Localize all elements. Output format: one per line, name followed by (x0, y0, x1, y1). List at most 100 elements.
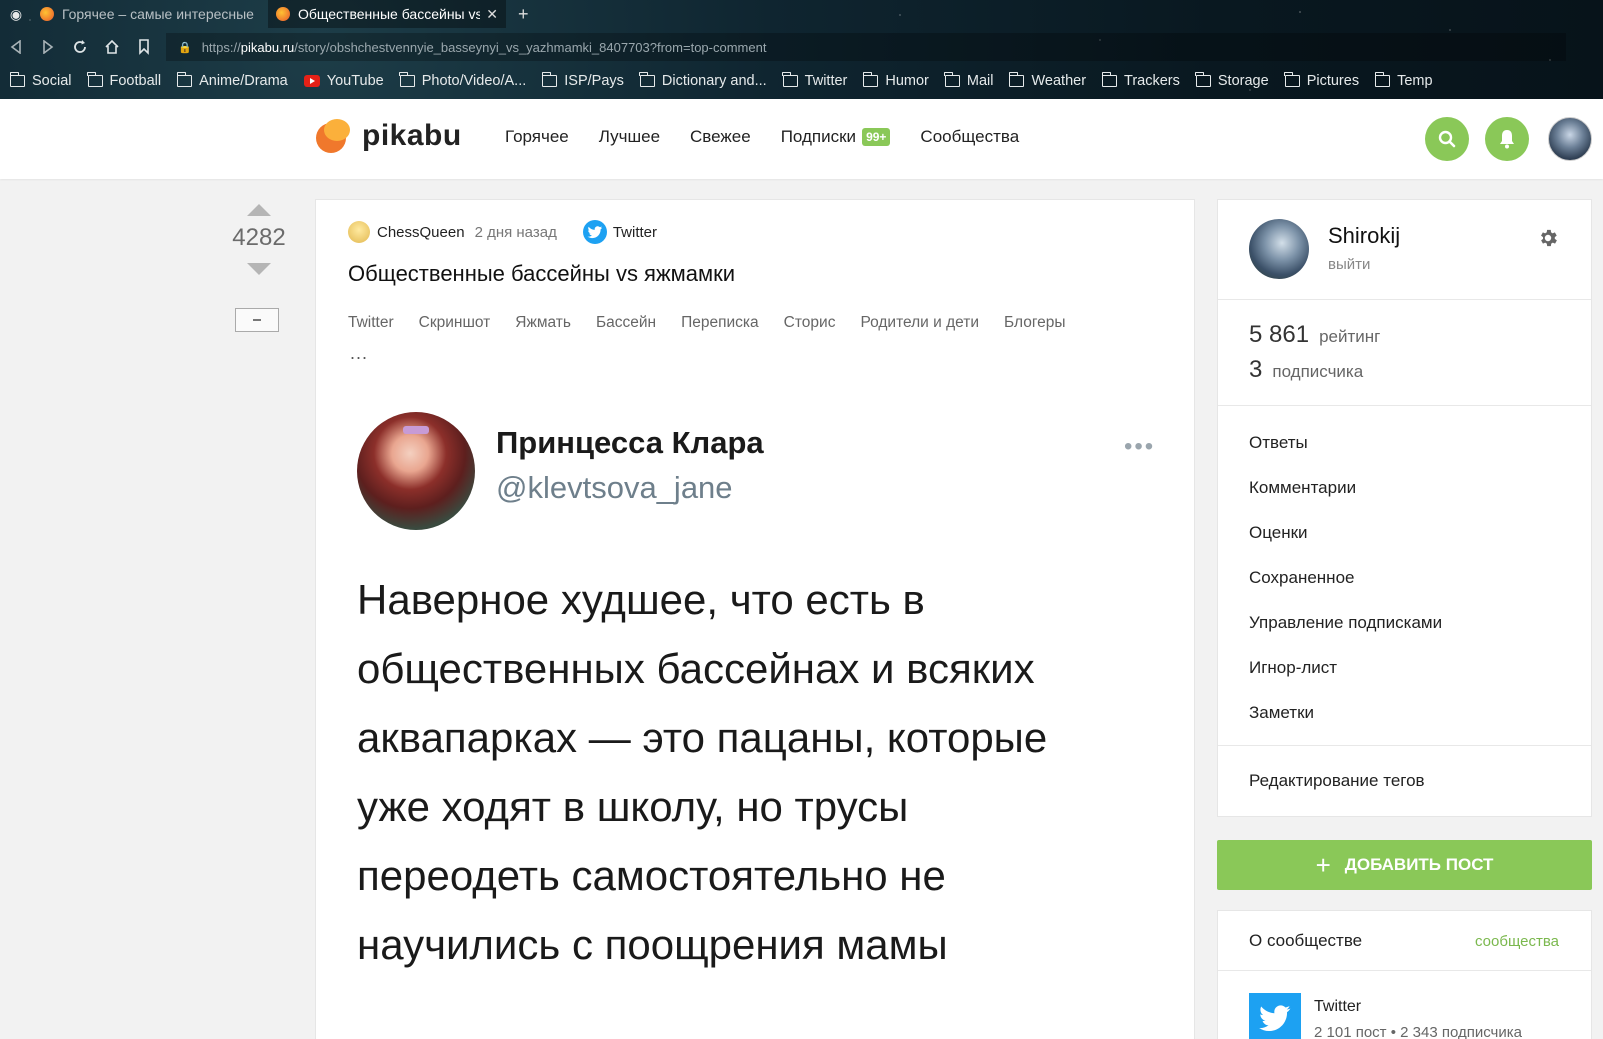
sidebar-item-notes[interactable]: Заметки (1218, 690, 1591, 735)
bookmark-youtube[interactable]: YouTube (303, 73, 384, 89)
tag[interactable]: Twitter (348, 314, 394, 332)
pikabu-logo[interactable]: pikabu (316, 119, 462, 153)
bookmark-twitter[interactable]: Twitter (782, 72, 847, 89)
bookmark-temp[interactable]: Temp (1374, 72, 1433, 89)
tab-hot[interactable]: Горячее – самые интересные (32, 0, 268, 28)
tag[interactable]: Сторис (784, 314, 836, 332)
sidebar-item-manage-subscriptions[interactable]: Управление подписками (1218, 600, 1591, 645)
bookmark-label: Temp (1397, 73, 1433, 89)
nav-fresh[interactable]: Свежее (690, 127, 751, 147)
tab-story[interactable]: Общественные бассейны vs ✕ (268, 0, 506, 28)
tweet-author-name: Принцесса Клара (496, 425, 764, 460)
subscribers-label: подписчика (1272, 362, 1364, 381)
bookmark-mail[interactable]: Mail (944, 72, 993, 89)
story-community[interactable]: Twitter (613, 224, 657, 241)
nav-hot[interactable]: Горячее (505, 127, 569, 147)
story-title[interactable]: Общественные бассейны vs яжмамки (348, 261, 735, 287)
tag[interactable]: Яжмать (515, 314, 571, 332)
gear-icon[interactable] (1537, 227, 1559, 249)
bookmark-humor[interactable]: Humor (862, 72, 929, 89)
bookmark-trackers[interactable]: Trackers (1101, 72, 1180, 89)
bookmark-social[interactable]: Social (9, 72, 72, 89)
tag[interactable]: Блогеры (1004, 314, 1066, 332)
nav-communities[interactable]: Сообщества (920, 127, 1019, 147)
community-name[interactable]: Twitter (1314, 998, 1361, 1016)
tweet-line: научились с поощрения мамы (357, 921, 948, 968)
url-path: /story/obshchestvennyie_basseynyi_vs_yaz… (294, 39, 767, 55)
author-avatar[interactable] (348, 221, 370, 243)
sidebar-avatar[interactable] (1249, 219, 1309, 279)
browser-chrome: ◉ Горячее – самые интересные Общественны… (0, 0, 1603, 99)
sidebar-item-comments[interactable]: Комментарии (1218, 465, 1591, 510)
home-icon[interactable] (96, 33, 128, 61)
sidebar-stats: 5 861 рейтинг 3 подписчика (1218, 300, 1591, 406)
bookmark-football[interactable]: Football (87, 72, 162, 89)
rating-stat: 5 861 рейтинг (1249, 321, 1380, 349)
bookmark-label: ISP/Pays (564, 73, 624, 89)
logo-text: pikabu (362, 119, 462, 152)
more-tags-button[interactable]: ... (350, 343, 368, 364)
folder-icon (862, 72, 879, 87)
story-time[interactable]: 2 дня назад (475, 224, 557, 241)
story-tags: Twitter Скриншот Яжмать Бассейн Переписк… (348, 314, 1091, 332)
tab-title: Горячее – самые интересные (62, 6, 254, 22)
tag[interactable]: Бассейн (596, 314, 656, 332)
lock-icon: 🔒 (178, 41, 192, 54)
tag[interactable]: Переписка (681, 314, 759, 332)
story-author[interactable]: ChessQueen (377, 224, 465, 241)
address-bar[interactable]: 🔒 https://pikabu.ru/story/obshchestvenny… (166, 33, 1566, 61)
bookmark-dictionary[interactable]: Dictionary and... (639, 72, 767, 89)
nav-subscriptions-label: Подписки (780, 127, 857, 146)
folder-icon (1008, 72, 1025, 87)
bookmarks-bar: Social Football Anime/Drama YouTube Phot… (0, 66, 1449, 96)
bookmark-icon[interactable] (128, 33, 160, 61)
story-rating: 4282 (232, 224, 286, 251)
youtube-icon (303, 75, 320, 87)
communities-link[interactable]: сообщества (1475, 933, 1559, 950)
back-icon[interactable] (0, 33, 32, 61)
bookmark-anime[interactable]: Anime/Drama (176, 72, 288, 89)
sidebar-item-answers[interactable]: Ответы (1218, 420, 1591, 465)
sidebar-item-ratings[interactable]: Оценки (1218, 510, 1591, 555)
bell-icon (1500, 130, 1514, 149)
bookmark-isp[interactable]: ISP/Pays (541, 72, 624, 89)
folder-icon (87, 72, 103, 87)
notifications-button[interactable] (1485, 117, 1529, 161)
nav-subscriptions[interactable]: Подписки 99+ (781, 127, 891, 147)
tag[interactable]: Родители и дети (860, 314, 979, 332)
nav-best[interactable]: Лучшее (599, 127, 660, 147)
new-tab-icon[interactable]: + (506, 4, 541, 25)
bookmark-storage[interactable]: Storage (1195, 72, 1269, 89)
about-community-header: О сообществе сообщества (1218, 911, 1591, 971)
close-tab-icon[interactable]: ✕ (486, 6, 498, 23)
bookmark-label: Anime/Drama (199, 73, 288, 89)
tweet-line: уже ходят в школу, но трусы (357, 783, 909, 830)
sidebar-username[interactable]: Shirokij (1328, 223, 1400, 249)
folder-icon (1284, 72, 1300, 87)
edit-tags-link[interactable]: Редактирование тегов (1218, 746, 1591, 816)
forward-icon[interactable] (32, 33, 64, 61)
bookmark-photo-video[interactable]: Photo/Video/A... (399, 72, 526, 89)
bookmark-label: Dictionary and... (661, 73, 767, 89)
search-button[interactable] (1425, 117, 1469, 161)
reload-icon[interactable] (64, 33, 96, 61)
bookmark-pictures[interactable]: Pictures (1284, 72, 1360, 89)
browser-menu-icon[interactable]: ◉ (0, 0, 32, 28)
twitter-icon[interactable] (1249, 993, 1301, 1039)
tag[interactable]: Скриншот (419, 314, 491, 332)
bookmark-label: Pictures (1306, 73, 1360, 89)
tweet-author-avatar (357, 412, 475, 530)
logout-link[interactable]: выйти (1328, 256, 1370, 273)
user-avatar[interactable] (1548, 117, 1592, 161)
sidebar-menu: Ответы Комментарии Оценки Сохраненное Уп… (1218, 406, 1591, 746)
sidebar-item-saved[interactable]: Сохраненное (1218, 555, 1591, 600)
bookmark-weather[interactable]: Weather (1008, 72, 1086, 89)
collapse-story-button[interactable] (235, 308, 279, 332)
add-post-button[interactable]: + ДОБАВИТЬ ПОСТ (1217, 840, 1592, 890)
site-header: pikabu Горячее Лучшее Свежее Подписки 99… (0, 99, 1603, 179)
downvote-icon[interactable] (247, 263, 271, 275)
sidebar-item-ignore-list[interactable]: Игнор-лист (1218, 645, 1591, 690)
upvote-icon[interactable] (247, 204, 271, 216)
bookmark-label: Football (109, 73, 162, 89)
twitter-community-icon[interactable] (582, 220, 607, 244)
